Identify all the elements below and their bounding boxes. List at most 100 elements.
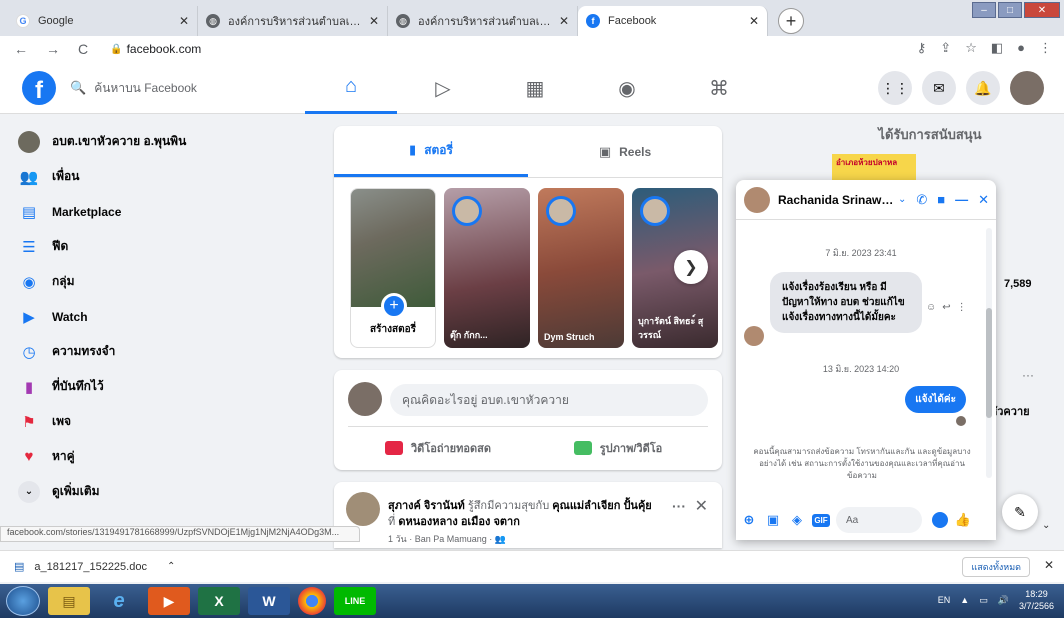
sidebar-item-feeds[interactable]: ☰ ฟีด (12, 229, 312, 264)
network-icon[interactable]: ▭ (979, 595, 988, 606)
close-icon[interactable]: ✕ (1044, 558, 1054, 572)
nav-groups[interactable]: ◉ (581, 62, 673, 114)
tray-arrow-icon[interactable]: ▲ (960, 595, 969, 605)
sidebar-item-see-more[interactable]: ⌄ ดูเพิ่มเติม (12, 474, 312, 509)
close-icon[interactable]: ✕ (179, 14, 189, 28)
emoji-icon[interactable] (932, 512, 948, 528)
new-tab-button[interactable]: + (778, 8, 804, 34)
volume-icon[interactable]: 🔊 (998, 595, 1009, 606)
back-icon[interactable]: ← (14, 41, 28, 57)
more-options-icon[interactable]: ··· (1022, 368, 1034, 382)
sidebar-item-dating[interactable]: ♥ หาคู่ (12, 439, 312, 474)
nav-watch[interactable]: ▷ (397, 62, 489, 114)
lock-icon[interactable]: 🔒 (110, 44, 122, 55)
show-all-button[interactable]: แสดงทั้งหมด (962, 557, 1030, 577)
nav-home[interactable]: ⌂ (305, 62, 397, 114)
sticker-icon[interactable]: ◈ (788, 511, 806, 529)
reply-icon[interactable]: ↩ (942, 302, 950, 313)
close-icon[interactable]: ✕ (369, 14, 379, 28)
browser-tab-google[interactable]: G Google ✕ (8, 6, 198, 36)
facebook-logo[interactable]: f (22, 71, 56, 105)
plus-icon[interactable]: + (381, 293, 407, 319)
chevron-right-icon[interactable]: ❯ (674, 250, 708, 284)
browser-tab-obt-1[interactable]: ◍ องค์การบริหารส่วนตำบลเขาหัวควาย ✕ (198, 6, 388, 36)
avatar[interactable] (346, 492, 380, 526)
sidebar-item-profile[interactable]: อบต.เขาหัวควาย อ.พุนพิน (12, 124, 312, 159)
close-icon[interactable]: ✕ (978, 192, 989, 208)
post-with[interactable]: คุณแม่ลำเจียก ปั้นคุ้ย (552, 500, 652, 512)
key-icon[interactable]: ⚷ (917, 40, 927, 56)
like-icon[interactable]: 👍 (954, 511, 972, 529)
maximize-button[interactable]: □ (998, 2, 1022, 18)
chevron-up-icon[interactable]: ⌃ (167, 561, 175, 572)
post-author[interactable]: สุภางค์ จิรานันท์ (388, 500, 465, 512)
share-icon[interactable]: ⇪ (940, 40, 951, 56)
scrollbar[interactable] (986, 228, 992, 478)
close-icon[interactable]: ✕ (695, 496, 708, 516)
sidepanel-icon[interactable]: ◧ (991, 40, 1003, 56)
message-incoming[interactable]: แจ้งเรื่องร้องเรียน หรือ มีปัญหาให้ทาง อ… (770, 272, 922, 333)
create-story-card[interactable]: + สร้างสตอรี่ (350, 188, 436, 348)
nav-marketplace[interactable]: ▦ (489, 62, 581, 114)
more-icon[interactable]: ⋮ (957, 302, 967, 313)
clock[interactable]: 18:29 3/7/2566 (1019, 588, 1054, 612)
sidebar-item-groups[interactable]: ◉ กลุ่ม (12, 264, 312, 299)
sidebar-item-pages[interactable]: ⚑ เพจ (12, 404, 312, 439)
menu-grid-icon[interactable]: ⋮⋮ (878, 71, 912, 105)
gif-icon[interactable]: GIF (812, 511, 830, 529)
sidebar-item-memories[interactable]: ◷ ความทรงจำ (12, 334, 312, 369)
nav-gaming[interactable]: ⌘ (673, 62, 765, 114)
chevron-down-icon[interactable]: ⌄ (1042, 520, 1050, 531)
notifications-icon[interactable]: 🔔 (966, 71, 1000, 105)
media-player-icon[interactable]: ▶ (148, 587, 190, 615)
photo-video-button[interactable]: รูปภาพ/วิดีโอ (528, 432, 708, 464)
sidebar-item-watch[interactable]: ▶ Watch (12, 299, 312, 334)
internet-explorer-icon[interactable]: e (98, 587, 140, 615)
explorer-icon[interactable]: ▤ (48, 587, 90, 615)
tab-reels[interactable]: ▣ Reels (528, 126, 722, 177)
chevron-down-icon[interactable]: ⌄ (898, 194, 906, 205)
minimize-icon[interactable]: — (955, 192, 968, 208)
word-icon[interactable]: W (248, 587, 290, 615)
download-filename[interactable]: a_181217_152225.doc (34, 561, 147, 573)
language-indicator[interactable]: EN (938, 595, 951, 605)
star-icon[interactable]: ☆ (965, 40, 977, 56)
chrome-icon[interactable] (298, 587, 326, 615)
sidebar-item-saved[interactable]: ▮ ที่บันทึกไว้ (12, 369, 312, 404)
close-icon[interactable]: ✕ (749, 14, 759, 28)
new-message-button[interactable]: ✎ (1002, 494, 1038, 530)
browser-tab-obt-2[interactable]: ◍ องค์การบริหารส่วนตำบลเขาหัวควาย ✕ (388, 6, 578, 36)
image-icon[interactable]: ▣ (764, 511, 782, 529)
minimize-button[interactable]: – (972, 2, 996, 18)
message-input[interactable]: Aa (836, 507, 922, 533)
messenger-icon[interactable]: ✉ (922, 71, 956, 105)
video-call-icon[interactable]: ■ (937, 192, 945, 208)
browser-tab-facebook[interactable]: f Facebook ✕ (578, 6, 768, 36)
url-field[interactable]: facebook.com (127, 42, 202, 56)
story-card[interactable]: ตุ๊ก กักก... (444, 188, 530, 348)
story-card[interactable]: Dym Struch (538, 188, 624, 348)
close-window-button[interactable]: ✕ (1024, 2, 1060, 18)
tab-stories[interactable]: ▮ สตอรี่ (334, 126, 528, 177)
post-place[interactable]: ดหนองหลาง อเมือง จตาก (398, 516, 520, 528)
sidebar-item-friends[interactable]: 👥 เพื่อน (12, 159, 312, 194)
close-icon[interactable]: ✕ (559, 14, 569, 28)
status-input[interactable]: คุณคิดอะไรอยู่ อบต.เขาหัวควาย (390, 384, 708, 416)
sidebar-item-marketplace[interactable]: ▤ Marketplace (12, 194, 312, 229)
search-input[interactable]: 🔍 ค้นหาบน Facebook (60, 72, 250, 104)
excel-icon[interactable]: X (198, 587, 240, 615)
start-button[interactable] (6, 586, 40, 616)
forward-icon[interactable]: → (46, 41, 60, 57)
scrollbar-thumb[interactable] (986, 308, 992, 418)
message-outgoing[interactable]: แจ้งได้ค่ะ (905, 386, 966, 413)
account-avatar[interactable] (1010, 71, 1044, 105)
more-options-icon[interactable]: ··· (672, 498, 686, 514)
live-video-button[interactable]: วิดีโอถ่ายทอดสด (348, 432, 528, 464)
avatar[interactable] (744, 186, 770, 213)
plus-circle-icon[interactable]: ⊕ (740, 511, 758, 529)
line-icon[interactable]: LINE (334, 587, 376, 615)
chat-contact-name[interactable]: Rachanida Srinawa... (778, 193, 894, 207)
phone-icon[interactable]: ✆ (916, 192, 927, 208)
profile-icon[interactable]: ● (1017, 40, 1025, 56)
menu-dots-icon[interactable]: ⋮ (1039, 40, 1052, 56)
